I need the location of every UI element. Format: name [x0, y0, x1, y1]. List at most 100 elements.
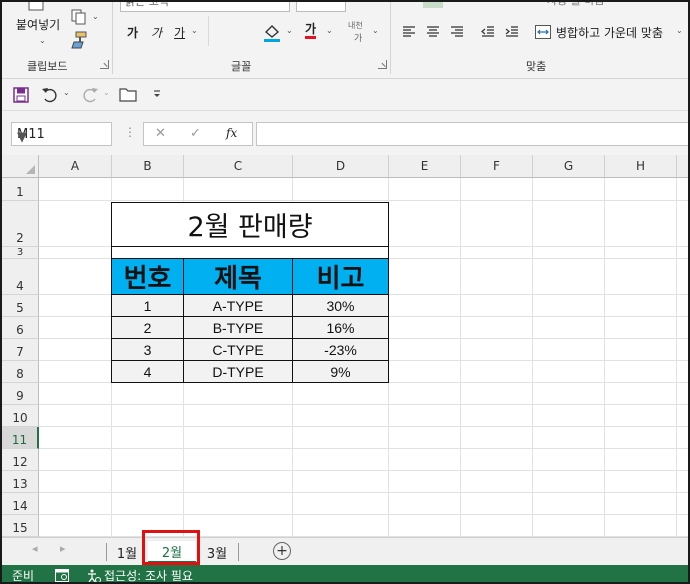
decrease-indent-icon[interactable] — [480, 24, 496, 40]
status-ready: 준비 — [12, 569, 35, 583]
fill-color-icon[interactable] — [262, 22, 282, 44]
accessibility-icon[interactable] — [86, 568, 102, 582]
paste-button[interactable]: 붙여넣기 — [16, 16, 60, 33]
add-sheet-glyph: + — [276, 543, 288, 559]
table-cell[interactable]: 16% — [293, 317, 389, 339]
paste-dropdown-icon[interactable]: ⌄ — [39, 36, 46, 45]
table-cell[interactable]: 4 — [111, 361, 184, 383]
italic-button[interactable]: 가 — [151, 24, 162, 41]
column-header-a[interactable]: A — [39, 155, 112, 178]
scroll-tabs-right-icon[interactable]: ▸ — [60, 542, 66, 555]
row-header-6[interactable]: 6 — [2, 317, 39, 339]
underline-dropdown-icon[interactable]: ⌄ — [191, 26, 198, 35]
insert-function-icon[interactable]: fx — [226, 126, 237, 140]
table-cell[interactable]: -23% — [293, 339, 389, 361]
increase-indent-icon[interactable] — [504, 24, 520, 40]
redo-dropdown-icon[interactable]: ⌄ — [103, 88, 110, 97]
highlight-box — [142, 530, 200, 565]
phonetic-button-bottom: 가 — [354, 34, 363, 44]
cancel-entry-icon[interactable]: ✕ — [155, 126, 166, 141]
sheet-tab-3[interactable]: 3월 — [198, 541, 236, 563]
sheet-tab-1[interactable]: 1월 — [108, 541, 146, 563]
copy-icon[interactable] — [68, 8, 90, 26]
quick-access-toolbar: ⌄ ⌄ — [2, 79, 688, 111]
row-header-11[interactable]: 11 — [2, 427, 39, 449]
column-header-b[interactable]: B — [112, 155, 184, 178]
table-cell[interactable]: D-TYPE — [184, 361, 293, 383]
row-header-12[interactable]: 12 — [2, 449, 39, 471]
font-launcher-icon[interactable] — [378, 60, 387, 69]
wrap-text-button[interactable]: 자동 줄 바꿈 — [547, 2, 605, 8]
add-sheet-icon[interactable]: + — [273, 542, 291, 560]
column-header-f[interactable]: F — [461, 155, 533, 178]
header-cell-number[interactable]: 번호 — [111, 259, 184, 295]
table-cell[interactable]: 9% — [293, 361, 389, 383]
clipboard-group-label: 클립보드 — [27, 60, 68, 73]
row-header-9[interactable]: 9 — [2, 383, 39, 405]
font-color-button[interactable]: 가 — [305, 22, 317, 39]
underline-button[interactable]: 가 — [174, 24, 185, 41]
select-all-button[interactable] — [2, 155, 39, 178]
row-header-1[interactable]: 1 — [2, 178, 39, 201]
sheet-tab-bar: ◂ ▸ 1월 2월 3월 + — [2, 537, 688, 565]
table-cell[interactable]: 2 — [111, 317, 184, 339]
font-color-dropdown-icon[interactable]: ⌄ — [326, 26, 333, 35]
merge-center-icon[interactable] — [534, 24, 552, 40]
copy-dropdown-icon[interactable]: ⌄ — [92, 12, 99, 21]
formula-input[interactable] — [256, 122, 688, 146]
table-cell[interactable]: C-TYPE — [184, 339, 293, 361]
align-group-label: 맞춤 — [526, 60, 547, 73]
phonetic-button-top[interactable]: 내천 — [348, 20, 363, 31]
align-center-icon[interactable] — [425, 24, 441, 40]
row-header-5[interactable]: 5 — [2, 295, 39, 317]
customize-qat-icon[interactable] — [150, 87, 164, 101]
table-cell[interactable]: A-TYPE — [184, 295, 293, 317]
row-header-10[interactable]: 10 — [2, 405, 39, 427]
name-box-dropdown-icon[interactable]: ▼ — [17, 130, 106, 145]
merge-dropdown-icon[interactable]: ⌄ — [676, 26, 683, 35]
table-cell[interactable]: 30% — [293, 295, 389, 317]
row-header-15[interactable]: 15 — [2, 515, 39, 537]
phonetic-dropdown-icon[interactable]: ⌄ — [372, 26, 379, 35]
row-header-3[interactable]: 3 — [2, 247, 39, 259]
font-name-box[interactable]: 맑은 고딕 — [120, 2, 290, 12]
undo-icon[interactable] — [40, 85, 60, 105]
column-header-c[interactable]: C — [184, 155, 293, 178]
align-right-icon[interactable] — [449, 24, 465, 40]
column-header-d[interactable]: D — [293, 155, 389, 178]
macro-record-icon[interactable] — [54, 568, 70, 582]
row-header-8[interactable]: 8 — [2, 361, 39, 383]
status-accessibility[interactable]: 접근성: 조사 필요 — [104, 567, 193, 582]
font-size-box[interactable] — [296, 2, 346, 12]
table-cell[interactable]: 1 — [111, 295, 184, 317]
clipboard-launcher-icon[interactable] — [100, 60, 109, 69]
row-header-4[interactable]: 4 — [2, 259, 39, 295]
table-cell[interactable]: 3 — [111, 339, 184, 361]
header-cell-title[interactable]: 제목 — [184, 259, 293, 295]
column-header-h[interactable]: H — [605, 155, 677, 178]
bold-button[interactable]: 가 — [127, 24, 138, 41]
formula-bar-handle-icon[interactable]: ⋮ — [124, 125, 136, 139]
row-header-14[interactable]: 14 — [2, 493, 39, 515]
row-header-13[interactable]: 13 — [2, 471, 39, 493]
redo-icon[interactable] — [80, 85, 100, 105]
merge-center-button[interactable]: 병합하고 가운데 맞춤 — [556, 24, 663, 41]
format-painter-icon[interactable] — [68, 30, 90, 50]
fill-color-dropdown-icon[interactable]: ⌄ — [286, 26, 293, 35]
open-folder-icon[interactable] — [118, 86, 138, 104]
confirm-entry-icon[interactable]: ✓ — [190, 126, 201, 141]
table-cell[interactable]: B-TYPE — [184, 317, 293, 339]
column-header-g[interactable]: G — [533, 155, 605, 178]
scroll-tabs-left-icon[interactable]: ◂ — [32, 542, 38, 555]
column-header-e[interactable]: E — [389, 155, 461, 178]
align-left-icon[interactable] — [401, 24, 417, 40]
row-header-7[interactable]: 7 — [2, 339, 39, 361]
table-title-cell[interactable]: 2월 판매량 — [111, 202, 389, 247]
paste-icon[interactable] — [26, 2, 56, 12]
save-icon[interactable] — [12, 86, 30, 104]
undo-dropdown-icon[interactable]: ⌄ — [63, 88, 70, 97]
header-cell-note[interactable]: 비고 — [293, 259, 389, 295]
name-box[interactable]: M11 ▼ — [11, 122, 112, 146]
excel-window: 붙여넣기 ⌄ ⌄ 클립보드 맑은 고딕 가 가 가 ⌄ ⌄ 가 ⌄ 내천 가 ⌄… — [0, 0, 690, 584]
row-header-2[interactable]: 2 — [2, 201, 39, 247]
